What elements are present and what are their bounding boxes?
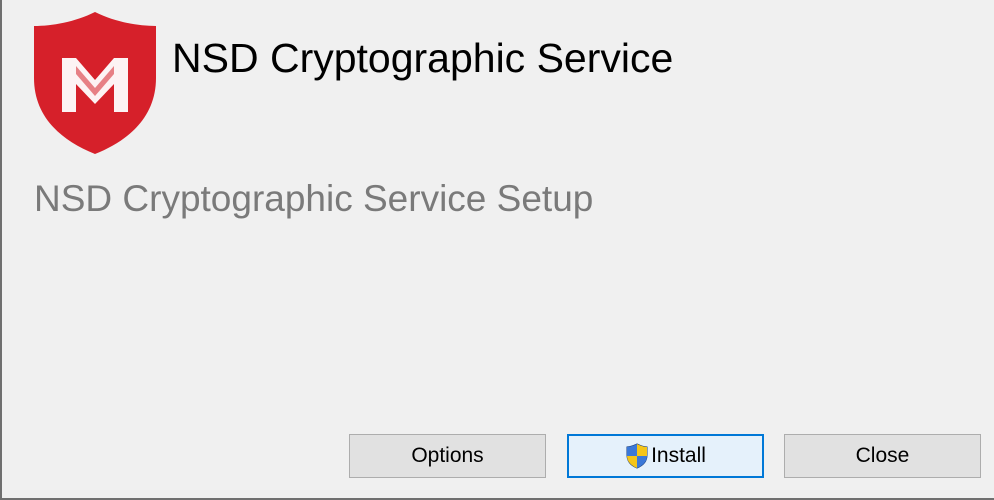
install-button-label: Install (651, 444, 706, 467)
uac-shield-icon (626, 443, 648, 469)
options-button[interactable]: Options (349, 434, 546, 478)
install-button[interactable]: Install (567, 434, 764, 478)
close-button[interactable]: Close (784, 434, 981, 478)
close-button-label: Close (855, 444, 910, 467)
red-shield-logo-icon (34, 12, 156, 154)
product-title: NSD Cryptographic Service (172, 35, 674, 81)
options-button-label: Options (411, 444, 484, 467)
setup-window: NSD Cryptographic Service NSD Cryptograp… (0, 0, 994, 500)
setup-heading: NSD Cryptographic Service Setup (34, 178, 594, 219)
